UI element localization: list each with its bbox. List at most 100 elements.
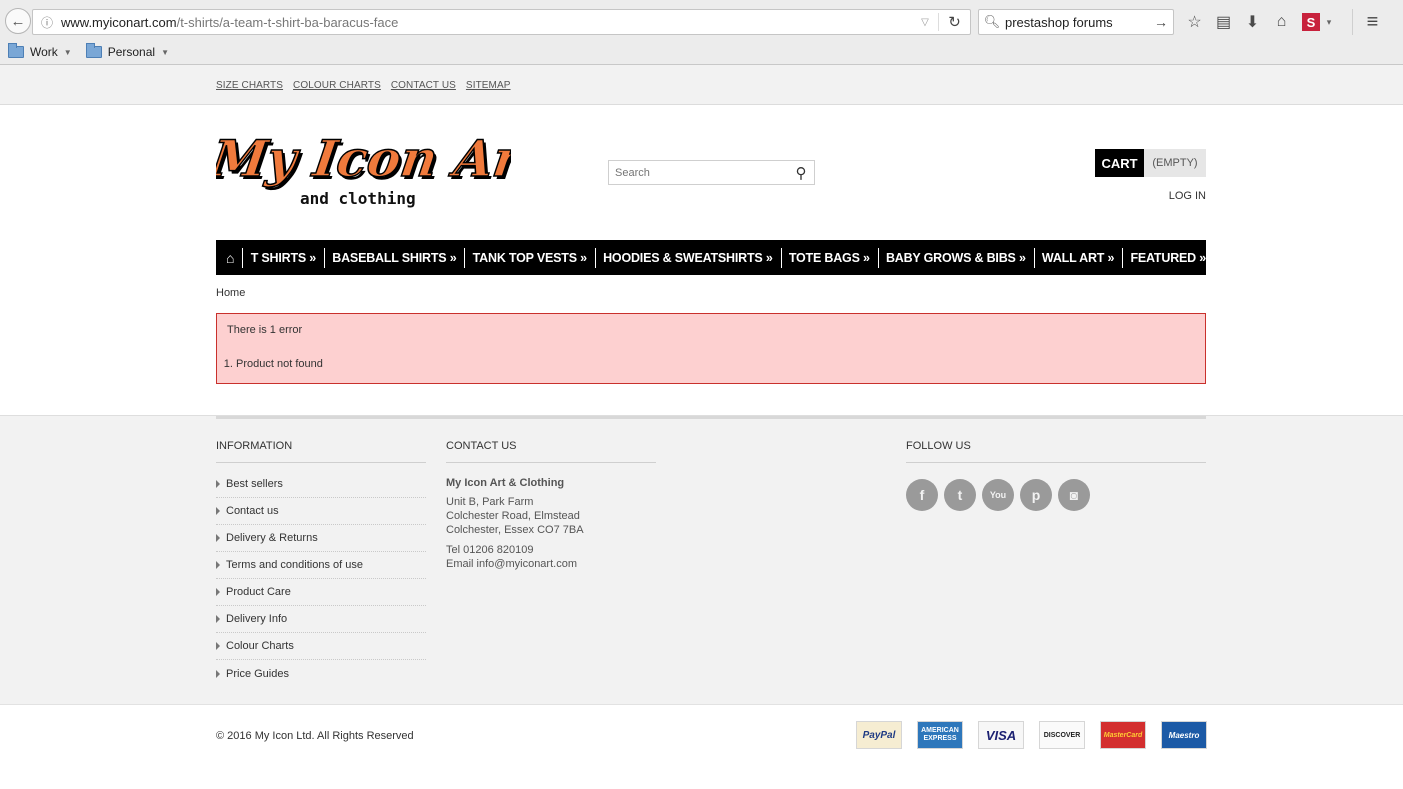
discover-icon: DISCOVER xyxy=(1039,721,1085,749)
caret-right-icon xyxy=(216,534,220,542)
paypal-icon: PayPal xyxy=(856,721,902,749)
reading-list-icon[interactable]: ▤ xyxy=(1209,12,1238,32)
url-host: www.myiconart.com xyxy=(61,14,177,30)
menu-item-wall-art[interactable]: WALL ART » xyxy=(1042,251,1115,265)
logo-text: My Icon Art xyxy=(216,129,511,188)
folder-icon xyxy=(85,43,102,58)
email-link[interactable]: Email info@myiconart.com xyxy=(446,557,656,571)
url-dropdown-icon[interactable]: ▽ xyxy=(912,17,938,28)
info-link-colour-charts[interactable]: Colour Charts xyxy=(216,633,426,660)
instagram-icon[interactable]: ◙ xyxy=(1058,479,1090,511)
info-link-best-sellers[interactable]: Best sellers xyxy=(216,471,426,498)
menu-item-featured[interactable]: FEATURED » xyxy=(1130,251,1206,265)
search-go-icon[interactable]: → xyxy=(1149,14,1173,30)
caret-right-icon xyxy=(216,642,220,650)
bookmark-label: Personal xyxy=(107,45,156,59)
info-link-delivery-returns[interactable]: Delivery & Returns xyxy=(216,525,426,552)
home-icon[interactable]: ⌂ xyxy=(1267,13,1296,31)
site-footer: INFORMATION Best sellers Contact us Deli… xyxy=(0,415,1403,704)
extension-dropdown-icon[interactable]: ▾ xyxy=(1320,17,1338,28)
info-link-contact-us[interactable]: Contact us xyxy=(216,498,426,525)
error-alert: There is 1 error Product not found xyxy=(216,313,1206,384)
link-label: Delivery & Returns xyxy=(226,532,318,544)
info-link-price-guides[interactable]: Price Guides xyxy=(216,660,426,687)
footer-divider xyxy=(216,416,1206,419)
bookmark-folder-personal[interactable]: Personal ▼ xyxy=(85,43,169,59)
back-arrow-icon: ← xyxy=(10,12,26,30)
link-label: Contact us xyxy=(226,505,279,517)
menu-item-t-shirts[interactable]: T SHIRTS » xyxy=(251,251,317,265)
address-line: Colchester, Essex CO7 7BA xyxy=(446,524,584,536)
youtube-icon[interactable]: You xyxy=(982,479,1014,511)
caret-right-icon xyxy=(216,480,220,488)
follow-heading: FOLLOW US xyxy=(906,440,1206,463)
address: Unit B, Park Farm Colchester Road, Elmst… xyxy=(446,495,656,537)
breadcrumb-home[interactable]: Home xyxy=(216,287,245,299)
browser-search-bar[interactable]: 🔍︎ prestashop forums → xyxy=(978,9,1174,35)
top-link-sitemap[interactable]: SITEMAP xyxy=(466,80,511,91)
browser-search-input[interactable]: prestashop forums xyxy=(1005,15,1149,30)
amex-icon: AMERICAN EXPRESS xyxy=(917,721,963,749)
menu-item-hoodies-sweatshirts[interactable]: HOODIES & SWEATSHIRTS » xyxy=(603,251,773,265)
breadcrumb: Home xyxy=(216,275,1206,313)
site-search: ⚲ xyxy=(608,160,815,185)
search-input[interactable] xyxy=(609,166,788,179)
site-header: My Icon Art My Icon Art and clothing ⚲ C… xyxy=(216,105,1206,240)
facebook-icon[interactable]: f xyxy=(906,479,938,511)
error-item: Product not found xyxy=(236,358,1195,370)
caret-right-icon xyxy=(216,507,220,515)
top-link-size-charts[interactable]: SIZE CHARTS xyxy=(216,80,283,91)
top-links: SIZE CHARTS COLOUR CHARTS CONTACT US SIT… xyxy=(216,65,1206,91)
site-logo[interactable]: My Icon Art My Icon Art and clothing xyxy=(216,123,511,213)
site-top-bar: SIZE CHARTS COLOUR CHARTS CONTACT US SIT… xyxy=(0,65,1403,105)
address-bar[interactable]: ⓘ www.myiconart.com/t-shirts/a-team-t-sh… xyxy=(32,9,971,35)
address-line: Colchester Road, Elmstead xyxy=(446,510,580,522)
cart-block[interactable]: CART (EMPTY) xyxy=(1095,149,1206,177)
twitter-icon[interactable]: t xyxy=(944,479,976,511)
link-label: Price Guides xyxy=(226,667,289,680)
link-label: Terms and conditions of use xyxy=(226,559,363,571)
caret-right-icon xyxy=(216,561,220,569)
cart-label[interactable]: CART xyxy=(1095,149,1144,177)
menu-item-tote-bags[interactable]: TOTE BAGS » xyxy=(789,251,870,265)
reload-icon[interactable]: ↻ xyxy=(938,13,970,31)
menu-item-baby-grows-bibs[interactable]: BABY GROWS & BIBS » xyxy=(886,251,1026,265)
logo-subtext: and clothing xyxy=(300,189,416,208)
top-link-colour-charts[interactable]: COLOUR CHARTS xyxy=(293,80,381,91)
error-list: Product not found xyxy=(227,358,1195,370)
link-label: Best sellers xyxy=(226,478,283,490)
info-link-delivery-info[interactable]: Delivery Info xyxy=(216,606,426,633)
information-links: Best sellers Contact us Delivery & Retur… xyxy=(216,471,426,687)
download-icon[interactable]: ⬇ xyxy=(1238,12,1267,32)
search-icon[interactable]: ⚲ xyxy=(788,164,814,182)
mastercard-icon: MasterCard xyxy=(1100,721,1146,749)
maestro-icon: Maestro xyxy=(1161,721,1207,749)
back-button[interactable]: ← xyxy=(5,8,31,34)
top-link-contact-us[interactable]: CONTACT US xyxy=(391,80,456,91)
hamburger-menu-icon[interactable]: ≡ xyxy=(1352,9,1392,35)
info-link-terms[interactable]: Terms and conditions of use xyxy=(216,552,426,579)
footer-bottom-bar: © 2016 My Icon Ltd. All Rights Reserved … xyxy=(0,704,1403,789)
url-text[interactable]: www.myiconart.com/t-shirts/a-team-t-shir… xyxy=(61,15,912,30)
info-link-product-care[interactable]: Product Care xyxy=(216,579,426,606)
toolbar-icons: ☆ ▤ ⬇ ⌂ S ▾ xyxy=(1180,9,1338,35)
caret-right-icon xyxy=(216,588,220,596)
link-label: Colour Charts xyxy=(226,640,294,652)
menu-item-baseball-shirts[interactable]: BASEBALL SHIRTS » xyxy=(332,251,456,265)
footer-contact: CONTACT US My Icon Art & Clothing Unit B… xyxy=(446,440,656,571)
caret-right-icon xyxy=(216,669,220,678)
chevron-down-icon: ▼ xyxy=(63,47,72,57)
address-line: Unit B, Park Farm xyxy=(446,496,534,508)
menu-item-tank-top-vests[interactable]: TANK TOP VESTS » xyxy=(473,251,587,265)
link-label: Product Care xyxy=(226,586,291,598)
site-info-icon[interactable]: ⓘ xyxy=(33,14,61,31)
error-title: There is 1 error xyxy=(227,324,303,336)
login-link[interactable]: LOG IN xyxy=(1169,190,1206,202)
bookmark-folder-work[interactable]: Work ▼ xyxy=(8,43,72,59)
bookmark-star-icon[interactable]: ☆ xyxy=(1180,12,1209,32)
footer-follow: FOLLOW US f t You p ◙ xyxy=(906,440,1206,511)
visa-icon: VISA xyxy=(978,721,1024,749)
pinterest-icon[interactable]: p xyxy=(1020,479,1052,511)
extension-s-icon[interactable]: S xyxy=(1302,13,1320,31)
home-icon[interactable]: ⌂ xyxy=(226,250,234,266)
